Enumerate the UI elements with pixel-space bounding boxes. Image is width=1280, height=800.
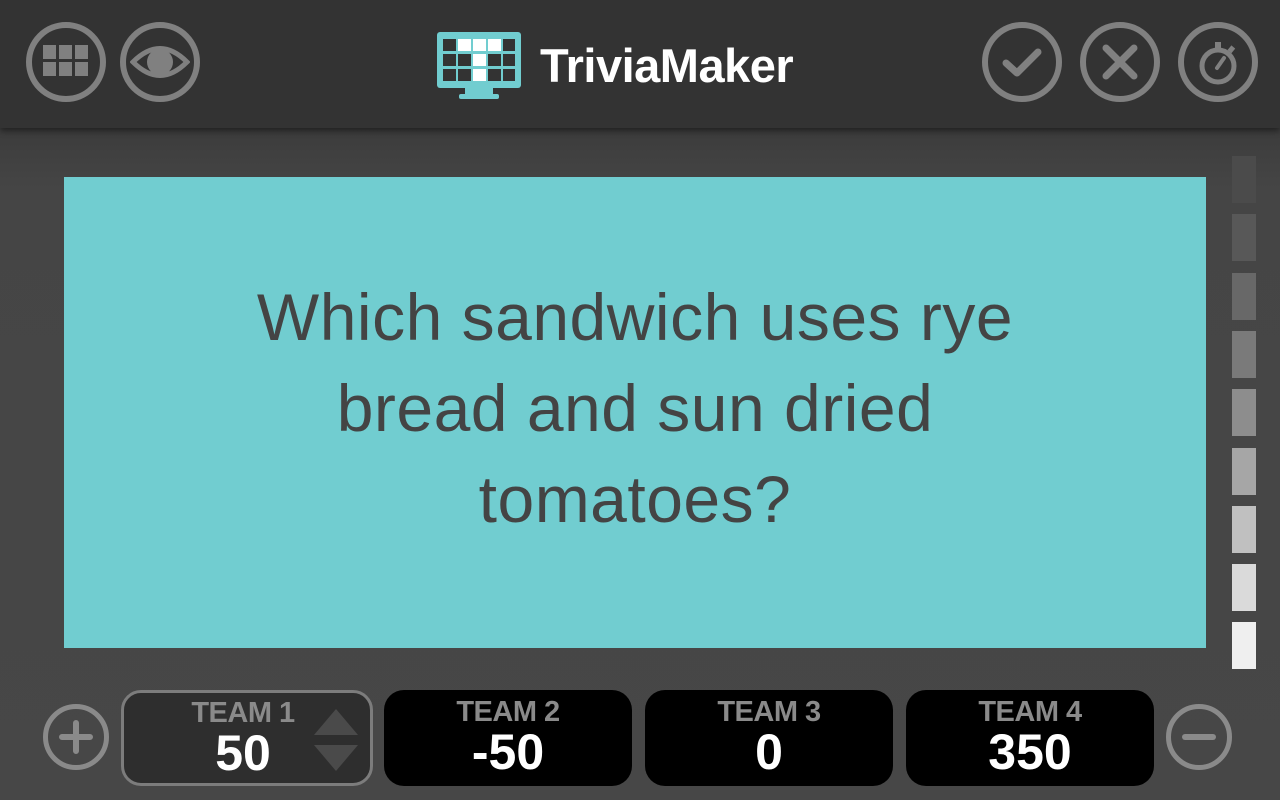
timer-segment [1232, 214, 1256, 261]
eye-icon [130, 46, 190, 78]
add-team-button[interactable] [43, 704, 109, 770]
timer-segment [1232, 273, 1256, 320]
incorrect-button[interactable] [1080, 22, 1160, 102]
timer-segment [1232, 331, 1256, 378]
timer-button[interactable] [1178, 22, 1258, 102]
check-icon [1002, 48, 1042, 77]
team-card-2[interactable]: TEAM 2 -50 [384, 690, 632, 786]
score-down-arrow-icon[interactable] [312, 743, 360, 773]
plus-circle-icon [59, 720, 93, 754]
timer-segment [1232, 156, 1256, 203]
app-title: TriviaMaker [540, 39, 794, 92]
timer-segment [1232, 622, 1256, 669]
monitor-grid-logo-icon [437, 32, 521, 99]
team-score: 350 [988, 724, 1072, 780]
timer-segment [1232, 564, 1256, 611]
team-card-4[interactable]: TEAM 4 350 [906, 690, 1154, 786]
close-icon [1102, 44, 1138, 80]
correct-button[interactable] [982, 22, 1062, 102]
minus-circle-icon [1182, 734, 1216, 740]
question-text: Which sandwich uses rye bread and sun dr… [256, 280, 1014, 536]
question-card[interactable]: Which sandwich uses rye bread and sun dr… [64, 177, 1206, 648]
team-score: -50 [471, 724, 545, 780]
remove-team-button[interactable] [1166, 704, 1232, 770]
timer-segment [1232, 448, 1256, 495]
team-score: 0 [755, 724, 783, 780]
stopwatch-icon [1199, 42, 1237, 85]
app-logo [437, 32, 521, 100]
score-up-arrow-icon[interactable] [312, 707, 360, 737]
board-grid-button[interactable] [26, 22, 106, 102]
score-stepper[interactable] [312, 707, 360, 773]
timer-segment [1232, 389, 1256, 436]
app-header: TriviaMaker [0, 0, 1280, 128]
reveal-answer-button[interactable] [120, 22, 200, 102]
timer-segment [1232, 506, 1256, 553]
team-card-1[interactable]: TEAM 1 50 [121, 690, 373, 786]
team-card-3[interactable]: TEAM 3 0 [645, 690, 893, 786]
grid-icon [43, 45, 88, 76]
